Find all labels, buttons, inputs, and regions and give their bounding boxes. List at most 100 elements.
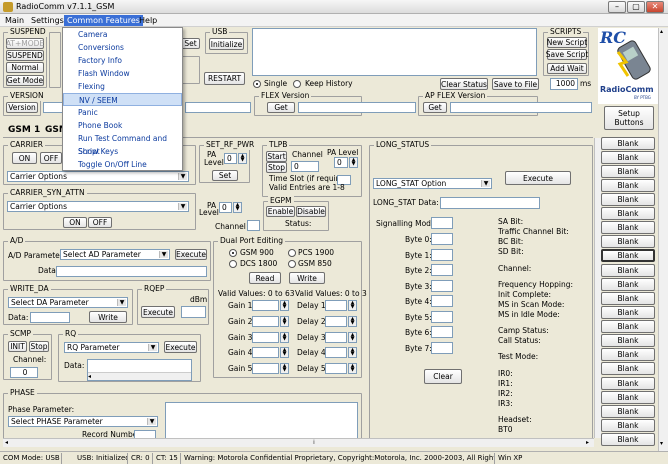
long-stat-option-select[interactable]: LONG_STAT Option ▼ bbox=[373, 178, 492, 189]
initialize-button[interactable]: Initialize bbox=[209, 38, 244, 50]
blank-button-14[interactable]: Blank bbox=[601, 320, 655, 333]
da-data-field[interactable] bbox=[30, 312, 70, 323]
delay-3-input[interactable] bbox=[325, 332, 347, 343]
clear-status-button[interactable]: Clear Status bbox=[440, 78, 488, 90]
chevron-down-icon[interactable]: ▼ bbox=[159, 251, 168, 258]
rqep-execute-button[interactable]: Execute bbox=[141, 306, 175, 318]
blank-button-4[interactable]: Blank bbox=[601, 179, 655, 192]
rq-parameter-select[interactable]: RQ Parameter ▼ bbox=[64, 342, 159, 353]
gain-4-spinner[interactable]: ▲ ▼ bbox=[280, 347, 289, 358]
byte-1-field[interactable] bbox=[431, 249, 453, 261]
scmp-channel-input[interactable]: 0 bbox=[10, 367, 38, 378]
scroll-thumb-icon[interactable]: ⁞ bbox=[313, 439, 315, 446]
gain-4-input[interactable] bbox=[252, 347, 279, 358]
blank-button-6[interactable]: Blank bbox=[601, 207, 655, 220]
blank-button-1[interactable]: Blank bbox=[601, 137, 655, 150]
ad-data-field[interactable] bbox=[56, 266, 207, 277]
single-radio[interactable] bbox=[253, 80, 261, 88]
blank-button-8[interactable]: Blank bbox=[601, 235, 655, 248]
gain-2-spinner[interactable]: ▲ ▼ bbox=[280, 316, 289, 327]
phase-output-field[interactable] bbox=[165, 402, 358, 441]
blank-button-13[interactable]: Blank bbox=[601, 306, 655, 319]
long-stat-data-field[interactable] bbox=[440, 197, 540, 209]
main-vertical-scrollbar[interactable] bbox=[594, 138, 601, 438]
setup-buttons-button[interactable]: Setup Buttons bbox=[604, 106, 654, 130]
scroll-down-icon[interactable]: ▾ bbox=[660, 440, 663, 447]
rf-set-button[interactable]: Set bbox=[212, 170, 238, 181]
tlpb-pa-spinner[interactable]: ▲ ▼ bbox=[349, 157, 358, 168]
gain-1-spinner[interactable]: ▲ ▼ bbox=[280, 300, 289, 311]
rqep-dbm-field[interactable] bbox=[181, 306, 206, 318]
blank-button-20[interactable]: Blank bbox=[601, 405, 655, 418]
dual-port-read-button[interactable]: Read bbox=[249, 272, 281, 284]
delay-1-input[interactable] bbox=[325, 300, 347, 311]
delay-2-spinner[interactable]: ▲ ▼ bbox=[348, 316, 357, 327]
syn-level-spinner[interactable]: ▲ ▼ bbox=[233, 202, 242, 213]
rq-execute-button[interactable]: Execute bbox=[164, 341, 197, 353]
blank-button-12[interactable]: Blank bbox=[601, 292, 655, 305]
blank-button-17[interactable]: Blank bbox=[601, 362, 655, 375]
close-button[interactable]: ✕ bbox=[646, 1, 664, 13]
syn-attn-off-button[interactable]: OFF bbox=[88, 217, 112, 228]
da-parameter-select[interactable]: Select DA Parameter ▼ bbox=[8, 297, 128, 308]
long-stat-execute-button[interactable]: Execute bbox=[505, 171, 571, 185]
byte-0-field[interactable] bbox=[431, 233, 453, 245]
da-write-button[interactable]: Write bbox=[89, 311, 127, 323]
menu-item-factory-info[interactable]: Factory Info bbox=[63, 54, 182, 67]
gain-3-spinner[interactable]: ▲ ▼ bbox=[280, 332, 289, 343]
delay-5-input[interactable] bbox=[325, 363, 347, 374]
menu-main[interactable]: Main bbox=[2, 15, 27, 26]
save-script-button[interactable]: Save Script bbox=[546, 49, 588, 60]
phase-parameter-select[interactable]: Select PHASE Parameter ▼ bbox=[8, 416, 158, 427]
tlpb-stop-button[interactable]: Stop bbox=[266, 162, 287, 173]
rf-level-spinner[interactable]: ▲ ▼ bbox=[238, 153, 247, 164]
gain-5-spinner[interactable]: ▲ ▼ bbox=[280, 363, 289, 374]
syn-attn-on-button[interactable]: ON bbox=[63, 217, 87, 228]
blank-button-18[interactable]: Blank bbox=[601, 377, 655, 390]
set-button[interactable]: Set bbox=[181, 38, 200, 49]
chevron-down-icon[interactable]: ▼ bbox=[148, 344, 157, 351]
keep-history-radio[interactable] bbox=[293, 80, 301, 88]
menu-item-flash-window[interactable]: Flash Window bbox=[63, 67, 182, 80]
gain-5-input[interactable] bbox=[252, 363, 279, 374]
gain-3-input[interactable] bbox=[252, 332, 279, 343]
flex-get-button[interactable]: Get bbox=[267, 102, 295, 113]
normal-button[interactable]: Normal bbox=[6, 62, 44, 73]
menu-help[interactable]: Help bbox=[136, 15, 160, 26]
blank-button-16[interactable]: Blank bbox=[601, 348, 655, 361]
restart-button[interactable]: RESTART bbox=[204, 72, 245, 85]
menu-item-phone-book[interactable]: Phone Book bbox=[63, 119, 182, 132]
blank-button-15[interactable]: Blank bbox=[601, 334, 655, 347]
add-wait-button[interactable]: Add Wait bbox=[547, 63, 587, 74]
version-button[interactable]: Version bbox=[6, 102, 38, 113]
rf-level-input[interactable]: 0 bbox=[224, 153, 237, 164]
syn-channel-input[interactable] bbox=[247, 220, 260, 231]
output-text-area[interactable] bbox=[252, 28, 537, 76]
chevron-down-icon[interactable]: ▼ bbox=[147, 418, 156, 425]
blank-button-11[interactable]: Blank bbox=[601, 278, 655, 291]
chevron-down-icon[interactable]: ▼ bbox=[117, 299, 126, 306]
dual-port-write-button[interactable]: Write bbox=[289, 272, 325, 284]
flex-version-field[interactable] bbox=[298, 102, 416, 113]
delay-4-spinner[interactable]: ▲ ▼ bbox=[348, 347, 357, 358]
scroll-right-icon[interactable]: ▸ bbox=[586, 439, 589, 446]
menu-item-nv-seem[interactable]: NV / SEEM bbox=[63, 93, 182, 106]
rq-data-scrollbar[interactable]: ◂ bbox=[88, 372, 191, 380]
byte-3-field[interactable] bbox=[431, 280, 453, 292]
ap-flex-version-field[interactable] bbox=[450, 102, 592, 113]
syn-level-input[interactable]: 0 bbox=[219, 202, 232, 213]
gsm850-radio[interactable] bbox=[288, 260, 296, 268]
wait-ms-input[interactable]: 1000 bbox=[550, 78, 578, 90]
carrier-options-select[interactable]: Carrier Options ▼ bbox=[7, 171, 189, 182]
menu-item-flexing[interactable]: Flexing bbox=[63, 80, 182, 93]
carrier-on-button[interactable]: ON bbox=[12, 152, 37, 164]
byte-4-field[interactable] bbox=[431, 295, 453, 307]
blank-button-5[interactable]: Blank bbox=[601, 193, 655, 206]
new-script-button[interactable]: New Script bbox=[547, 37, 587, 48]
chevron-down-icon[interactable]: ▼ bbox=[178, 203, 187, 210]
carrier-off-button[interactable]: OFF bbox=[40, 152, 62, 164]
version-field-2[interactable] bbox=[185, 102, 251, 113]
version-field[interactable] bbox=[43, 102, 63, 113]
long-stat-clear-button[interactable]: Clear bbox=[424, 369, 462, 384]
minimize-button[interactable]: – bbox=[608, 1, 626, 13]
